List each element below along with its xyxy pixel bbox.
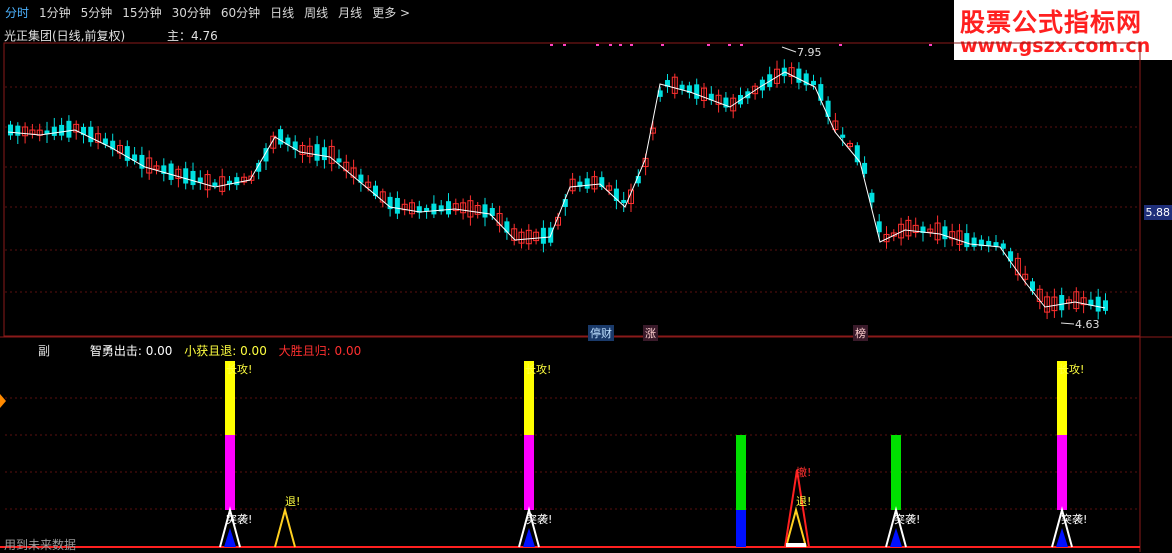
signal-bar-green <box>891 435 901 510</box>
event-marker <box>563 44 566 46</box>
event-marker <box>609 44 612 46</box>
expand-arrow-icon[interactable] <box>0 388 6 414</box>
event-marker <box>839 44 842 46</box>
triangle-fill <box>1056 528 1068 547</box>
candle-body <box>694 84 699 98</box>
low-price-label: 4.63 <box>1075 318 1100 331</box>
event-marker <box>740 44 743 46</box>
candlestick-chart[interactable] <box>0 0 1172 552</box>
main-panel-frame <box>4 43 1140 336</box>
legend-item-big-win: 大胜且归: 0.00 <box>279 344 362 358</box>
event-marker <box>596 44 599 46</box>
candle-body <box>15 126 20 136</box>
flee-base <box>786 543 806 547</box>
candle-body <box>840 135 845 138</box>
candle-body <box>125 146 130 161</box>
signal-label-retreat: 退! <box>796 493 811 509</box>
candle-body <box>942 226 947 239</box>
signal-label-attack: 长攻! <box>1058 361 1084 377</box>
triangle-fill <box>224 528 236 547</box>
event-badge-list[interactable]: 榜 <box>853 325 868 341</box>
candle-body <box>234 177 239 185</box>
candle-body <box>212 182 217 186</box>
signal-label-attack: 长攻! <box>525 361 551 377</box>
candle-body <box>811 81 816 85</box>
candle-body <box>1001 243 1006 248</box>
signal-bar-green <box>736 435 746 510</box>
candle-body <box>169 164 174 180</box>
candle-body <box>278 129 283 144</box>
high-arrow <box>782 47 796 52</box>
candle-body <box>796 69 801 83</box>
event-marker <box>550 44 553 46</box>
candle-body <box>431 204 436 215</box>
candle-body <box>541 228 546 244</box>
event-badge-finance[interactable]: 停财 <box>588 325 614 341</box>
attack-bar-magenta <box>225 435 235 510</box>
sub-panel-label: 副 <box>38 344 50 358</box>
candle-body <box>818 84 823 101</box>
candle-body <box>826 101 831 117</box>
event-badge-limit-up[interactable]: 涨 <box>643 325 658 341</box>
legend-item-small-gain: 小获且退: 0.00 <box>184 344 267 358</box>
event-marker <box>630 44 633 46</box>
high-price-label: 7.95 <box>797 46 822 59</box>
legend-item-attack: 智勇出击: 0.00 <box>90 344 173 358</box>
retreat-triangle <box>275 510 295 547</box>
candle-body <box>66 121 71 138</box>
candle-body <box>483 204 488 217</box>
event-marker <box>929 44 932 46</box>
signal-label-attack: 长攻! <box>226 361 252 377</box>
candle-body <box>446 201 451 214</box>
candle-body <box>395 198 400 214</box>
moving-average-line <box>8 72 1105 308</box>
price-axis-label: 5.88 <box>1144 205 1172 220</box>
candle-body <box>315 144 320 161</box>
candle-body <box>8 125 13 136</box>
signal-bar-blue <box>736 510 746 547</box>
event-marker <box>707 44 710 46</box>
signal-label-flee: 撤! <box>796 464 811 480</box>
candle-body <box>88 127 93 142</box>
candle-body <box>183 168 188 183</box>
candle-body <box>964 233 969 247</box>
candle-body <box>994 242 999 246</box>
candle-body <box>972 238 977 247</box>
sub-indicator-legend: 副 智勇出击: 0.00 小获且退: 0.00 大胜且归: 0.00 <box>38 342 369 359</box>
signal-label-pounce: 突袭! <box>226 511 252 527</box>
attack-bar-magenta <box>1057 435 1067 510</box>
triangle-fill <box>523 528 535 547</box>
signal-label-pounce: 突袭! <box>1061 511 1087 527</box>
candle-body <box>337 158 342 162</box>
event-marker <box>728 44 731 46</box>
triangle-fill <box>890 528 902 547</box>
triangle-outline <box>275 510 295 547</box>
future-data-warning: 用到未来数据 <box>4 536 76 553</box>
candle-body <box>621 200 626 203</box>
candle-body <box>191 171 196 185</box>
signal-label-pounce: 突袭! <box>894 511 920 527</box>
candle-body <box>322 147 327 160</box>
event-marker <box>619 44 622 46</box>
signal-label-pounce: 突袭! <box>526 511 552 527</box>
attack-bar-magenta <box>524 435 534 510</box>
candle-body <box>52 127 57 136</box>
signal-label-retreat: 退! <box>285 493 300 509</box>
candle-body <box>59 125 64 136</box>
candle-body <box>1059 295 1064 310</box>
candle-body <box>855 145 860 162</box>
candle-body <box>1096 297 1101 312</box>
low-arrow <box>1061 323 1074 324</box>
candle-body <box>1103 300 1108 310</box>
event-marker <box>661 44 664 46</box>
candle-body <box>585 178 590 188</box>
